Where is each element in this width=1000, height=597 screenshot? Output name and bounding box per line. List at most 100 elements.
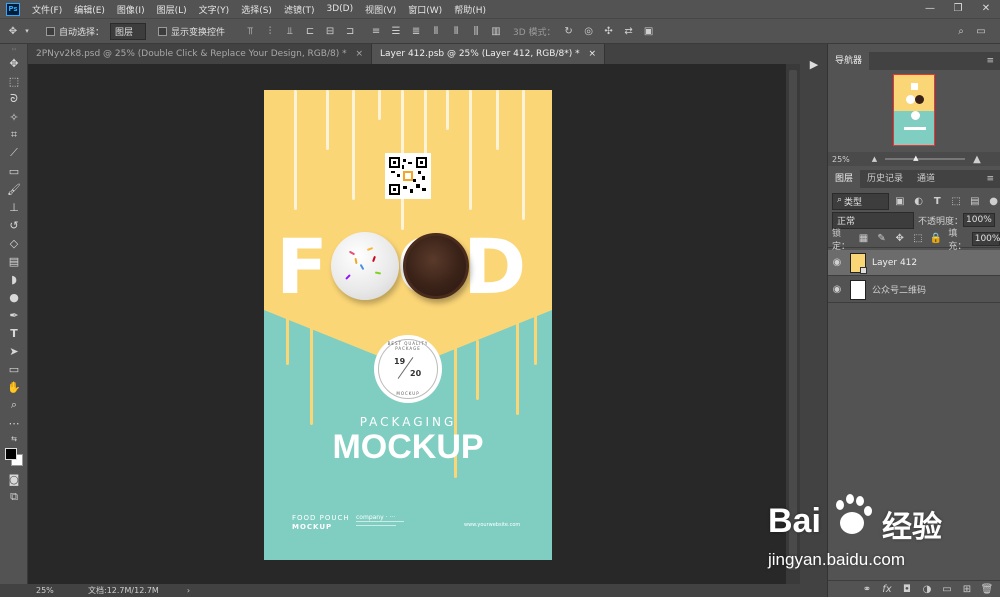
- color-swatches[interactable]: [0, 446, 28, 470]
- tab-navigator[interactable]: 导航器: [828, 52, 870, 70]
- navigator-thumbnail[interactable]: [893, 74, 935, 146]
- checkbox-box[interactable]: [158, 26, 168, 36]
- filter-toggle-icon[interactable]: ●: [987, 194, 1000, 208]
- restore-icon[interactable]: ❐: [944, 0, 972, 18]
- tab-document-1[interactable]: 2PNyv2k8.psd @ 25% (Double Click & Repla…: [28, 44, 372, 64]
- marquee-tool-icon[interactable]: ⬚: [0, 72, 28, 90]
- gradient-tool-icon[interactable]: ▤: [0, 252, 28, 270]
- hand-tool-icon[interactable]: ✋: [0, 378, 28, 396]
- checkbox-box[interactable]: [46, 26, 55, 36]
- distribute-hcenter-icon[interactable]: ⦀: [449, 24, 463, 38]
- tab-history[interactable]: 历史记录: [860, 170, 910, 188]
- status-zoom[interactable]: 25%: [36, 586, 76, 595]
- chevron-down-icon[interactable]: ▾: [20, 24, 34, 38]
- distribute-bottom-icon[interactable]: ≣: [409, 24, 423, 38]
- dodge-tool-icon[interactable]: ●: [0, 288, 28, 306]
- swap-colors-icon[interactable]: ⇆: [0, 432, 28, 446]
- layer-name[interactable]: 公众号二维码: [872, 283, 926, 296]
- close-icon[interactable]: ✕: [972, 0, 1000, 18]
- show-transform-checkbox[interactable]: 显示变换控件: [158, 25, 225, 38]
- align-bottom-icon[interactable]: ⫫: [283, 24, 297, 38]
- menu-view[interactable]: 视图(V): [359, 3, 402, 16]
- eye-icon[interactable]: ◉: [828, 284, 846, 295]
- tab-document-2[interactable]: Layer 412.psb @ 25% (Layer 412, RGB/8*) …: [372, 44, 606, 64]
- distribute-vcenter-icon[interactable]: ☰: [389, 24, 403, 38]
- align-vcenter-icon[interactable]: ⫶: [263, 24, 277, 38]
- brush-tool-icon[interactable]: 🖌: [0, 180, 28, 198]
- filter-shape-icon[interactable]: ⬚: [950, 194, 963, 208]
- drag-3d-icon[interactable]: ✣: [602, 24, 616, 38]
- eye-icon[interactable]: ◉: [828, 257, 846, 268]
- path-select-tool-icon[interactable]: ➤: [0, 342, 28, 360]
- layer-filter-dropdown[interactable]: ⌕ 类型: [832, 192, 890, 210]
- move-tool-icon[interactable]: ✥: [6, 24, 20, 38]
- align-hcenter-icon[interactable]: ⊟: [323, 24, 337, 38]
- filter-smart-icon[interactable]: ▤: [968, 194, 981, 208]
- minimize-icon[interactable]: —: [916, 0, 944, 18]
- menu-filter[interactable]: 滤镜(T): [278, 3, 321, 16]
- orbit-3d-icon[interactable]: ↻: [562, 24, 576, 38]
- workspace-icon[interactable]: ▭: [974, 24, 988, 38]
- auto-select-dropdown[interactable]: 图层: [110, 22, 147, 40]
- zoom-slider[interactable]: ▲: [885, 154, 966, 162]
- menu-3d[interactable]: 3D(D): [320, 4, 359, 14]
- stamp-tool-icon[interactable]: ⊥: [0, 198, 28, 216]
- layer-row[interactable]: ◉ 公众号二维码: [828, 277, 1000, 303]
- screen-mode-icon[interactable]: ⧉: [0, 488, 28, 506]
- layer-name[interactable]: Layer 412: [872, 258, 917, 268]
- menu-help[interactable]: 帮助(H): [448, 3, 492, 16]
- menu-image[interactable]: 图像(I): [111, 3, 151, 16]
- distribute-right-icon[interactable]: ⫼: [469, 24, 483, 38]
- auto-align-icon[interactable]: ▥: [489, 24, 503, 38]
- navigator-zoom-value[interactable]: 25%: [832, 155, 850, 164]
- roll-3d-icon[interactable]: ◎: [582, 24, 596, 38]
- foreground-color-swatch[interactable]: [5, 448, 17, 460]
- filter-type-icon[interactable]: T: [931, 194, 944, 208]
- menu-window[interactable]: 窗口(W): [402, 3, 448, 16]
- magic-wand-tool-icon[interactable]: ✧: [0, 108, 28, 126]
- distribute-top-icon[interactable]: ≡: [369, 24, 383, 38]
- history-brush-tool-icon[interactable]: ↺: [0, 216, 28, 234]
- move-tool-icon[interactable]: ✥: [0, 54, 28, 72]
- lock-transparent-icon[interactable]: ▦: [857, 232, 869, 246]
- eraser-tool-icon[interactable]: ◇: [0, 234, 28, 252]
- align-left-icon[interactable]: ⊏: [303, 24, 317, 38]
- toolbar-grip-icon[interactable]: ››: [0, 44, 28, 54]
- zoom-out-icon[interactable]: ▲: [872, 155, 877, 163]
- auto-select-checkbox[interactable]: 自动选择：: [46, 25, 104, 38]
- filter-adjust-icon[interactable]: ◐: [912, 194, 925, 208]
- search-icon[interactable]: ⌕: [954, 24, 968, 38]
- filter-pixel-icon[interactable]: ▣: [893, 194, 906, 208]
- lock-position-icon[interactable]: ✥: [894, 232, 906, 246]
- crop-tool-icon[interactable]: ⌗: [0, 126, 28, 144]
- type-tool-icon[interactable]: T: [0, 324, 28, 342]
- menu-edit[interactable]: 编辑(E): [68, 3, 111, 16]
- zoom-tool-icon[interactable]: ⌕: [0, 396, 28, 414]
- tab-channels[interactable]: 通道: [910, 170, 942, 188]
- tab-layers[interactable]: 图层: [828, 170, 861, 188]
- panel-menu-icon[interactable]: ≡: [986, 174, 994, 184]
- menu-type[interactable]: 文字(Y): [193, 3, 236, 16]
- zoom-in-icon[interactable]: ▲: [973, 154, 981, 165]
- eyedropper-tool-icon[interactable]: ⟋: [0, 144, 28, 162]
- rectangle-tool-icon[interactable]: ▭: [0, 360, 28, 378]
- panel-menu-icon[interactable]: ≡: [986, 56, 994, 66]
- distribute-left-icon[interactable]: ⫴: [429, 24, 443, 38]
- play-icon[interactable]: ▶: [800, 58, 828, 71]
- lock-pixels-icon[interactable]: ✎: [876, 232, 888, 246]
- menu-select[interactable]: 选择(S): [235, 3, 278, 16]
- scale-3d-icon[interactable]: ▣: [642, 24, 656, 38]
- more-tools-icon[interactable]: ⋯: [0, 414, 28, 432]
- healing-brush-tool-icon[interactable]: ▭: [0, 162, 28, 180]
- status-arrow-icon[interactable]: ›: [187, 586, 190, 595]
- lasso-tool-icon[interactable]: ᘐ: [0, 90, 28, 108]
- align-top-icon[interactable]: ⫪: [243, 24, 257, 38]
- menu-file[interactable]: 文件(F): [26, 3, 68, 16]
- quick-mask-icon[interactable]: ◙: [0, 470, 28, 488]
- fill-input[interactable]: 100%: [971, 231, 1000, 246]
- align-right-icon[interactable]: ⊐: [343, 24, 357, 38]
- lock-artboard-icon[interactable]: ⬚: [912, 232, 924, 246]
- layer-row[interactable]: ◉ Layer 412: [828, 250, 1000, 276]
- blur-tool-icon[interactable]: ◗: [0, 270, 28, 288]
- lock-all-icon[interactable]: 🔒: [930, 232, 942, 246]
